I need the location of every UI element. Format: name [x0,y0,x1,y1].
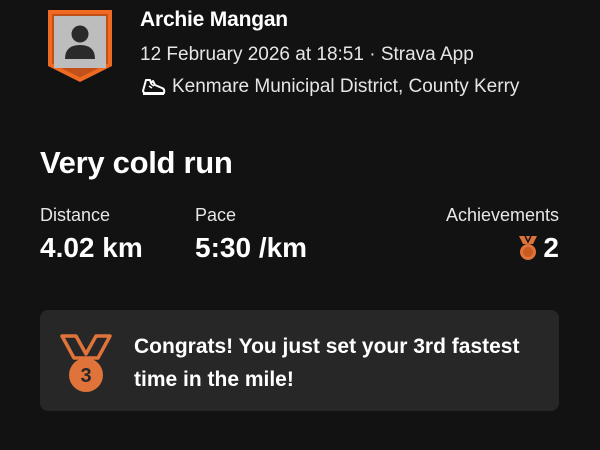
activity-date-source: 12 February 2026 at 18:51 · Strava App [140,44,474,65]
stat-achievements-value-row: 2 [446,232,559,264]
user-silhouette-icon[interactable] [46,8,114,84]
achievement-message: Congrats! You just set your 3rd fastest … [134,335,520,391]
stat-distance-value: 4.02 km [40,232,143,263]
stat-achievements: Achievements 2 [446,205,559,264]
medal-number: 3 [80,365,91,387]
stat-pace-label: Pace [195,205,237,225]
location-text: Kenmare Municipal District, County Kerry [172,76,520,97]
stat-pace: Pace 5:30 /km [195,205,307,264]
stat-distance-label: Distance [40,205,111,225]
achievements-count: 2 [543,232,559,263]
bronze-medal-icon: 3 [60,334,112,392]
running-shoe-icon [142,79,166,95]
medal-icon [519,235,538,260]
author-name[interactable]: Archie Mangan [140,8,288,32]
achievement-card[interactable]: 3 Congrats! You just set your 3rd fastes… [40,310,559,411]
stat-pace-value: 5:30 /km [195,232,308,263]
activity-page: Archie Mangan 12 February 2026 at 18:51 … [0,0,600,450]
activity-title[interactable]: Very cold run [40,145,233,181]
activity-location: Kenmare Municipal District, County Kerry [140,76,519,98]
stat-achievements-label: Achievements [445,205,559,225]
stat-distance: Distance 4.02 km [40,205,143,264]
